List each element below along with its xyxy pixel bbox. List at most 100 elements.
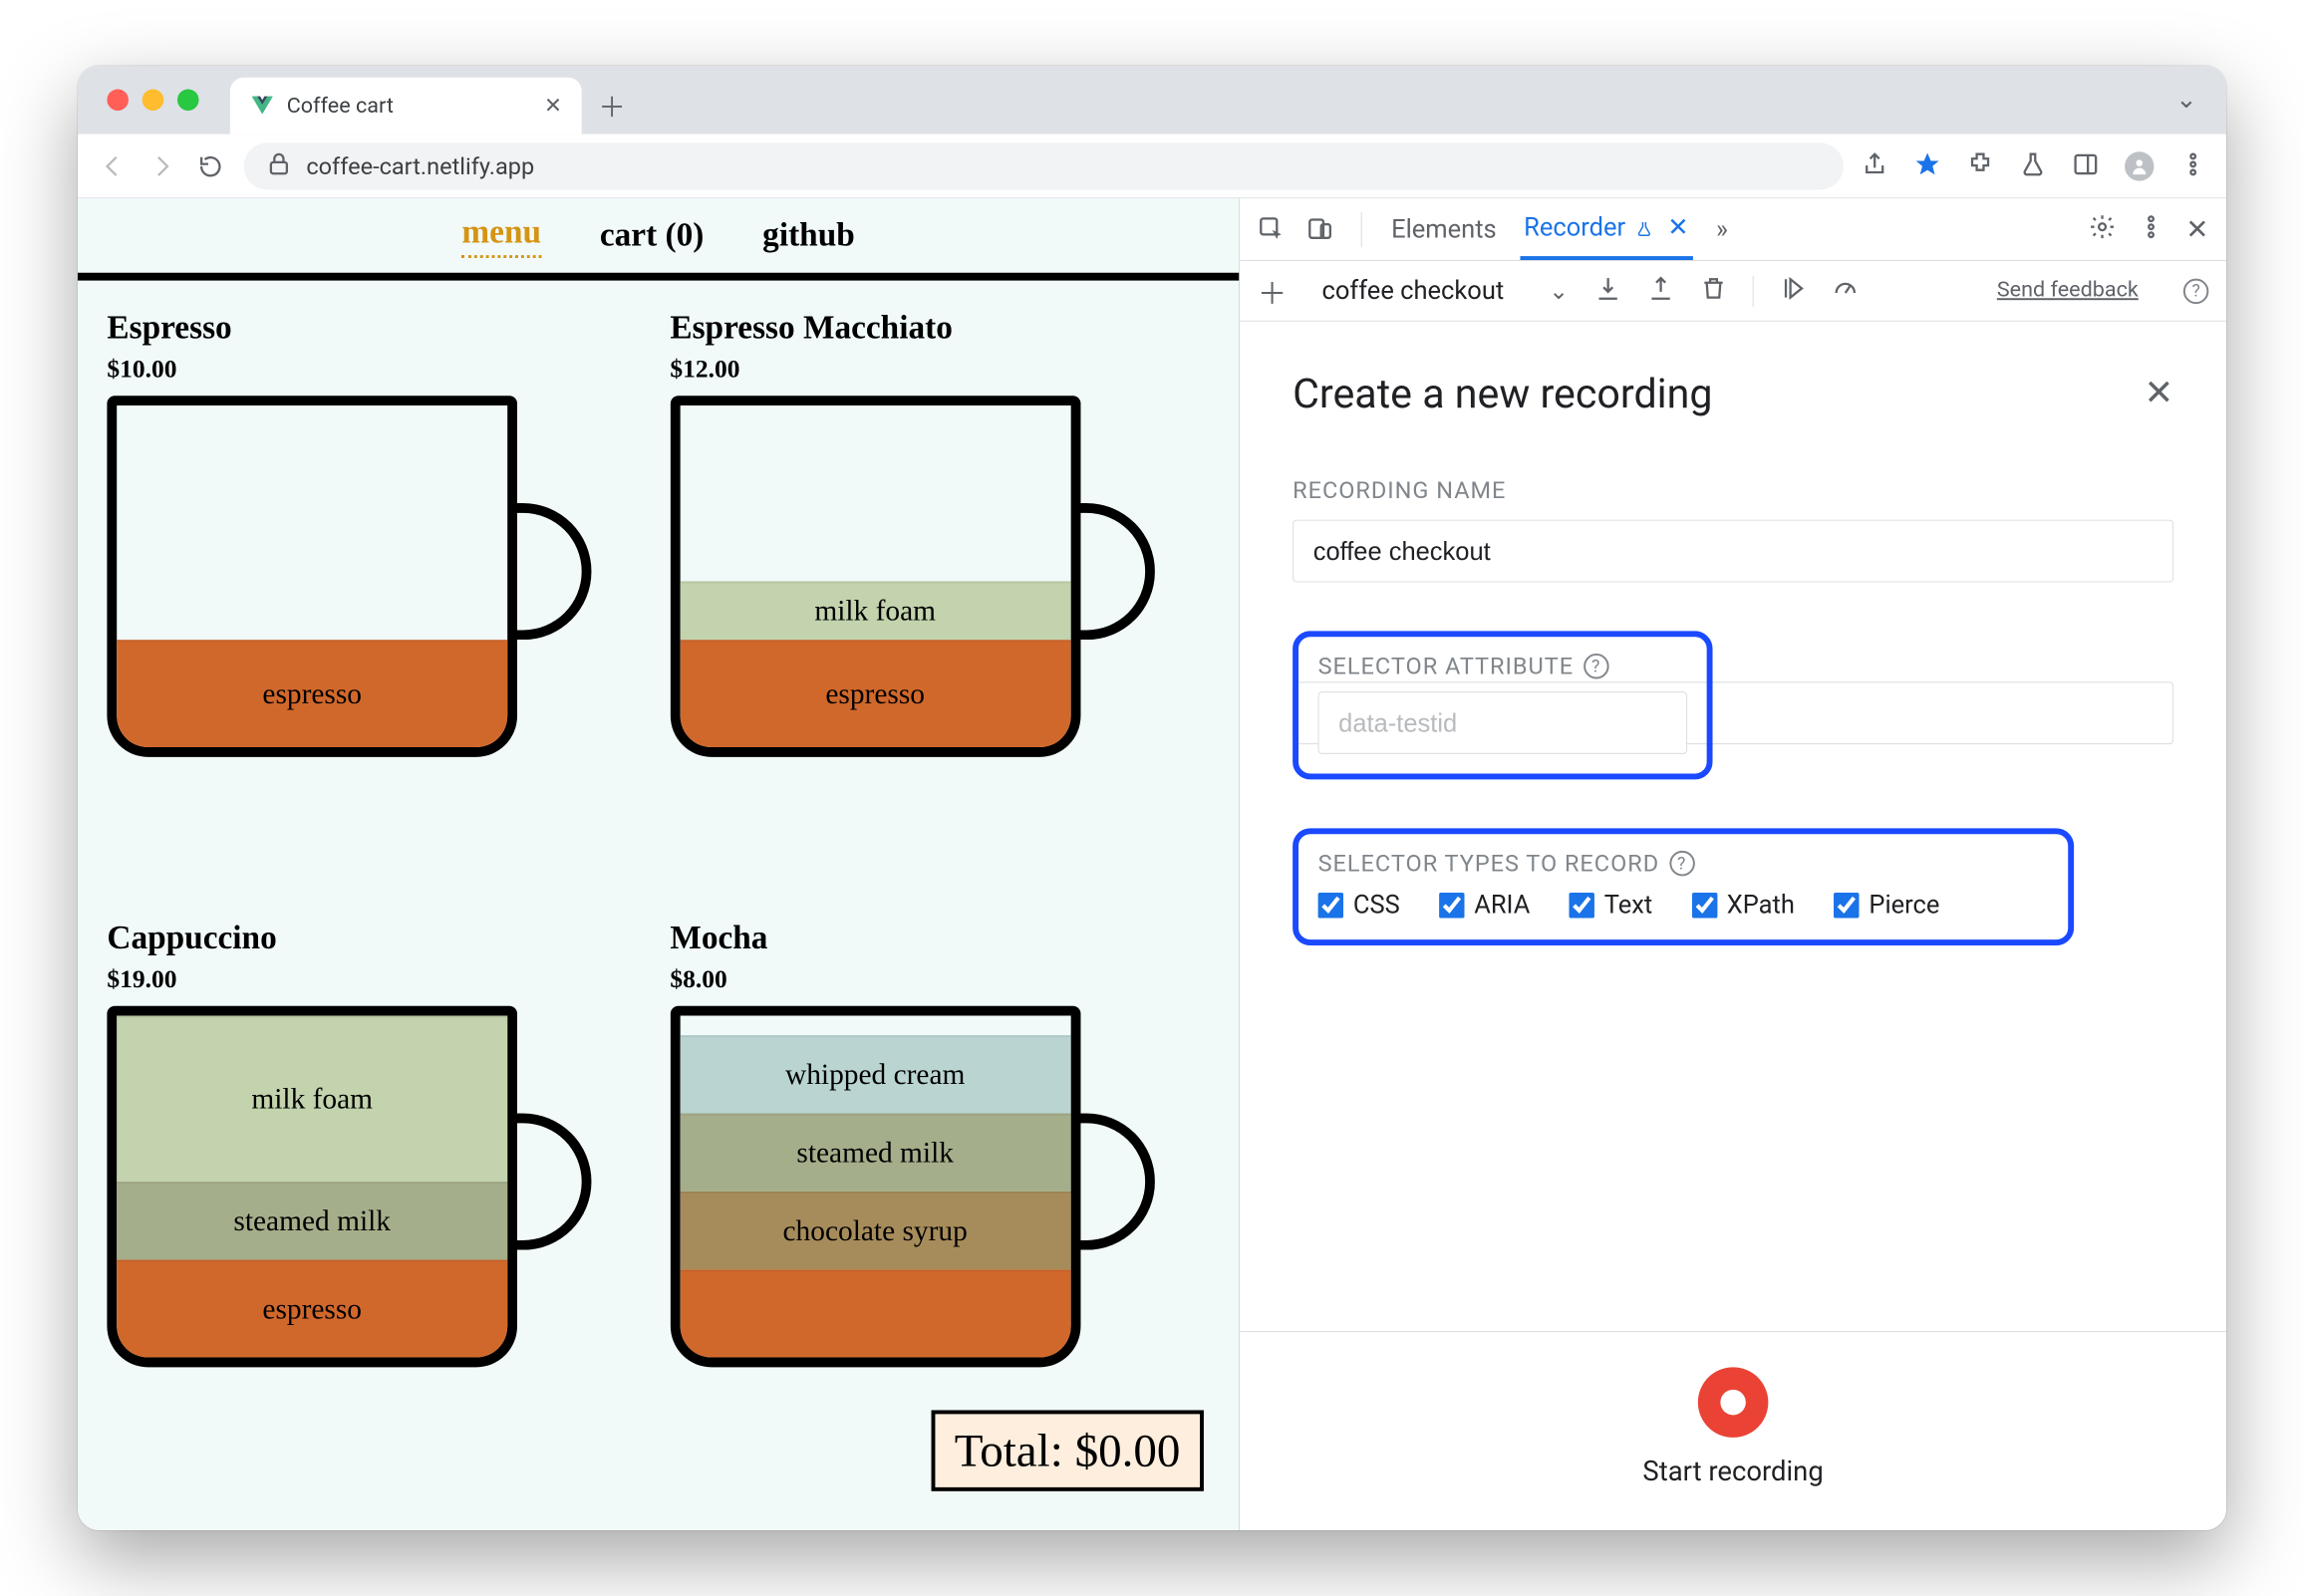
product-card[interactable]: Espresso$10.00espresso: [107, 310, 646, 891]
recording-name-section: RECORDING NAME: [1293, 477, 2173, 583]
selector-types-help-icon[interactable]: ?: [1669, 851, 1694, 876]
cup-layer: [680, 1269, 1070, 1357]
product-card[interactable]: Espresso Macchiato$12.00milk foamespress…: [670, 310, 1209, 891]
panel-title: Create a new recording: [1293, 371, 2173, 418]
product-price: $19.00: [107, 965, 646, 994]
product-name: Cappuccino: [107, 921, 646, 957]
recorder-body: ✕ Create a new recording RECORDING NAME …: [1240, 322, 2226, 1331]
close-window-button[interactable]: [107, 90, 129, 112]
cup-layer: milk foam: [680, 581, 1070, 640]
product-card[interactable]: Mocha$8.00whipped creamsteamed milkchoco…: [670, 921, 1209, 1501]
maximize-window-button[interactable]: [177, 90, 199, 112]
cup-layer: chocolate syrup: [680, 1192, 1070, 1269]
forward-button[interactable]: [146, 150, 177, 181]
tab-list-chevron-icon[interactable]: ⌄: [2175, 86, 2196, 115]
cup-layer: milk foam: [117, 1016, 507, 1183]
selector-type-label: ARIA: [1474, 891, 1530, 920]
extensions-icon[interactable]: [1966, 150, 1993, 181]
toolbar-right: [1861, 150, 2206, 181]
product-grid: Espresso$10.00espressoEspresso Macchiato…: [78, 281, 1239, 1530]
product-card[interactable]: Cappuccino$19.00milk foamsteamed milkesp…: [107, 921, 646, 1501]
send-feedback-link[interactable]: Send feedback: [1997, 279, 2139, 303]
help-icon[interactable]: ?: [2183, 278, 2208, 303]
cup-layer: espresso: [117, 640, 507, 747]
selector-attribute-input[interactable]: [1318, 691, 1687, 754]
lock-icon: [265, 149, 292, 182]
vue-favicon-icon: [249, 93, 274, 118]
cart-total-badge[interactable]: Total: $0.00: [931, 1410, 1204, 1490]
tab-recorder[interactable]: Recorder ✕: [1520, 199, 1692, 260]
selector-types-section: SELECTOR TYPES TO RECORD ? CSS ARIA Text XP…: [1293, 828, 2173, 945]
device-toolbar-icon[interactable]: [1306, 214, 1335, 243]
cup-layer: espresso: [117, 1260, 507, 1358]
share-icon[interactable]: [1861, 150, 1887, 181]
url-text: coffee-cart.netlify.app: [306, 152, 534, 179]
nav-github[interactable]: github: [762, 217, 855, 254]
selector-types-label: SELECTOR TYPES TO RECORD: [1318, 850, 1660, 877]
content-split: menu cart (0) github Espresso$10.00espre…: [78, 198, 2226, 1530]
tab-strip: Coffee cart ✕ ＋ ⌄: [78, 66, 2226, 134]
delete-icon[interactable]: [1699, 274, 1726, 307]
recorder-toolbar: ＋ coffee checkout ⌄ Send feedback ?: [1240, 261, 2226, 322]
browser-window: Coffee cart ✕ ＋ ⌄ coffee-cart.netlify.ap…: [78, 66, 2226, 1530]
add-recording-icon[interactable]: ＋: [1258, 269, 1287, 312]
product-price: $10.00: [107, 355, 646, 384]
minimize-window-button[interactable]: [143, 90, 164, 112]
replay-icon[interactable]: [1779, 274, 1806, 307]
selector-type-checkbox[interactable]: CSS: [1318, 891, 1400, 920]
selector-type-checkbox[interactable]: Pierce: [1834, 891, 1939, 920]
settings-gear-icon[interactable]: [2088, 212, 2115, 245]
inspect-element-icon[interactable]: [1258, 214, 1287, 243]
devtools-kebab-icon[interactable]: [2137, 212, 2163, 245]
recording-name-input[interactable]: [1293, 520, 2173, 583]
labs-flask-icon[interactable]: [2019, 150, 2046, 181]
selector-type-label: Text: [1604, 891, 1652, 920]
close-recorder-tab-icon[interactable]: ✕: [1667, 212, 1688, 241]
side-panel-icon[interactable]: [2072, 150, 2099, 181]
close-tab-icon[interactable]: ✕: [544, 94, 562, 119]
export-icon[interactable]: [1593, 274, 1620, 307]
reload-button[interactable]: [195, 150, 226, 181]
profile-avatar[interactable]: [2125, 151, 2154, 180]
start-recording-label: Start recording: [1642, 1456, 1823, 1487]
import-icon[interactable]: [1646, 274, 1673, 307]
devtools-panel: Elements Recorder ✕ » ✕ ＋ coffee checkou…: [1240, 198, 2226, 1530]
product-name: Espresso Macchiato: [670, 310, 1209, 347]
close-devtools-icon[interactable]: ✕: [2185, 213, 2208, 245]
nav-cart[interactable]: cart (0): [600, 217, 705, 254]
close-panel-icon[interactable]: ✕: [2145, 373, 2174, 413]
bookmark-star-icon[interactable]: [1913, 150, 1940, 181]
selector-type-label: Pierce: [1869, 891, 1939, 920]
tab-elements[interactable]: Elements: [1387, 201, 1500, 258]
current-recording-name[interactable]: coffee checkout: [1322, 276, 1505, 305]
selector-attribute-help-icon[interactable]: ?: [1584, 654, 1608, 678]
cup-layer: steamed milk: [680, 1114, 1070, 1192]
more-tabs-icon[interactable]: »: [1712, 201, 1732, 258]
selector-type-checkbox[interactable]: Text: [1570, 891, 1653, 920]
page-nav: menu cart (0) github: [78, 198, 1239, 280]
performance-icon[interactable]: [1832, 274, 1859, 307]
recorder-footer: Start recording: [1240, 1331, 2226, 1530]
window-controls: [107, 90, 198, 112]
cup-layer: espresso: [680, 640, 1070, 747]
back-button[interactable]: [98, 150, 129, 181]
kebab-menu-icon[interactable]: [2179, 150, 2206, 181]
recording-picker-chevron-icon[interactable]: ⌄: [1549, 277, 1569, 304]
selector-attribute-label: SELECTOR ATTRIBUTE: [1318, 653, 1575, 679]
nav-menu[interactable]: menu: [461, 213, 541, 257]
flask-icon: [1635, 219, 1653, 237]
browser-tab[interactable]: Coffee cart ✕: [230, 78, 582, 134]
cup-illustration: whipped creamsteamed milkchocolate syrup: [670, 1006, 1209, 1368]
cup-illustration: milk foamespresso: [670, 396, 1209, 757]
devtools-tab-strip: Elements Recorder ✕ » ✕: [1240, 198, 2226, 261]
product-name: Mocha: [670, 921, 1209, 957]
omnibox[interactable]: coffee-cart.netlify.app: [244, 142, 1844, 189]
selector-type-checkbox[interactable]: ARIA: [1439, 891, 1530, 920]
selector-type-label: CSS: [1353, 891, 1400, 920]
address-bar: coffee-cart.netlify.app: [78, 134, 2226, 199]
web-page: menu cart (0) github Espresso$10.00espre…: [78, 198, 1240, 1530]
selector-type-checkbox[interactable]: XPath: [1691, 891, 1794, 920]
selector-attribute-section: SELECTOR ATTRIBUTE ?: [1293, 631, 2173, 779]
new-tab-button[interactable]: ＋: [593, 88, 630, 125]
start-recording-button[interactable]: [1698, 1367, 1769, 1438]
